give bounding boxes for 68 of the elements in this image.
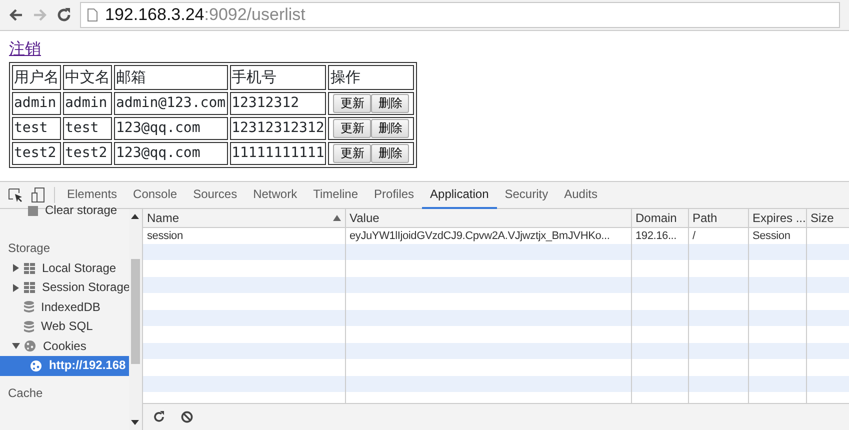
database-icon bbox=[24, 301, 34, 314]
delete-button[interactable]: 删除 bbox=[371, 144, 410, 162]
sidebar-item[interactable]: Local Storage bbox=[42, 258, 116, 278]
table-cell: 12312312312 bbox=[230, 116, 326, 140]
update-button[interactable]: 更新 bbox=[333, 118, 372, 138]
database-icon bbox=[24, 320, 34, 333]
devtools-tab[interactable]: Network bbox=[245, 181, 306, 209]
sort-icon bbox=[332, 214, 340, 222]
cookie-icon bbox=[24, 340, 36, 352]
table-cell: 123@qq.com bbox=[114, 142, 228, 164]
devtools-tab[interactable]: Timeline bbox=[305, 181, 366, 209]
address-bar[interactable]: 192.168.3.24:9092/userlist bbox=[80, 2, 840, 28]
refresh-icon[interactable] bbox=[153, 411, 165, 423]
scroll-up-icon[interactable] bbox=[131, 213, 139, 220]
column-header: 手机号 bbox=[230, 65, 326, 90]
table-cell: 11111111111 bbox=[230, 142, 326, 164]
devtools-tab[interactable]: Sources bbox=[185, 181, 246, 209]
update-button[interactable]: 更新 bbox=[333, 144, 372, 162]
column-header[interactable]: Domain bbox=[631, 209, 688, 227]
sidebar-item[interactable]: http://192.168 bbox=[0, 356, 129, 376]
devtools-tab[interactable]: Profiles bbox=[366, 181, 422, 209]
column-header: 用户名 bbox=[12, 65, 61, 90]
delete-button[interactable]: 删除 bbox=[371, 94, 410, 112]
update-button[interactable]: 更新 bbox=[333, 94, 372, 112]
cookie-icon bbox=[30, 360, 42, 372]
logout-link[interactable]: 注销 bbox=[9, 41, 41, 59]
table-cell: admin bbox=[63, 92, 112, 114]
column-header[interactable]: Path bbox=[688, 209, 748, 227]
table-cell: 123@qq.com bbox=[114, 116, 228, 140]
column-header: 操作 bbox=[328, 65, 414, 90]
column-header[interactable]: Value bbox=[345, 209, 631, 227]
url-path: :9092/userlist bbox=[204, 5, 306, 24]
column-header[interactable]: Name bbox=[143, 209, 345, 227]
section-header: Storage bbox=[7, 240, 52, 256]
url-host: 192.168.3.24 bbox=[105, 5, 204, 24]
devtools-tab[interactable]: Security bbox=[496, 181, 556, 209]
collapsed-arrow-icon[interactable] bbox=[12, 264, 20, 272]
sidebar-item[interactable]: Cookies bbox=[43, 336, 86, 356]
sidebar-item[interactable]: IndexedDB bbox=[41, 298, 100, 317]
section-header: Cache bbox=[7, 384, 44, 402]
column-header: 中文名 bbox=[63, 65, 112, 90]
back-icon[interactable] bbox=[8, 7, 24, 23]
storage-square-icon bbox=[28, 206, 38, 216]
table-cell: 12312312 bbox=[230, 92, 326, 114]
column-header[interactable]: Expires ... bbox=[748, 209, 806, 227]
devtools-tab[interactable]: Audits bbox=[556, 181, 606, 209]
page-icon bbox=[87, 8, 98, 22]
inspect-icon[interactable] bbox=[8, 188, 23, 202]
device-icon[interactable] bbox=[31, 187, 46, 203]
devtools-tab[interactable]: Console bbox=[125, 181, 186, 209]
column-header: 邮箱 bbox=[114, 65, 228, 90]
collapsed-arrow-icon[interactable] bbox=[12, 284, 20, 292]
table-cell: test2 bbox=[63, 142, 112, 164]
grid-icon bbox=[24, 282, 35, 294]
table-cell: test bbox=[63, 116, 112, 140]
sidebar-item[interactable]: Web SQL bbox=[41, 317, 93, 336]
table-cell: admin@123.com bbox=[114, 92, 228, 114]
scroll-down-icon[interactable] bbox=[131, 419, 139, 426]
table-cell: admin bbox=[12, 92, 61, 114]
delete-button[interactable]: 删除 bbox=[371, 118, 410, 138]
table-cell: test2 bbox=[12, 142, 61, 164]
clear-icon[interactable] bbox=[181, 411, 193, 423]
table-cell: test bbox=[12, 116, 61, 140]
expanded-arrow-icon[interactable] bbox=[12, 342, 20, 350]
column-header[interactable]: Size bbox=[806, 209, 849, 227]
sidebar-item[interactable]: Clear storage bbox=[45, 201, 118, 220]
grid-icon bbox=[24, 262, 35, 274]
reload-icon[interactable] bbox=[56, 7, 72, 23]
